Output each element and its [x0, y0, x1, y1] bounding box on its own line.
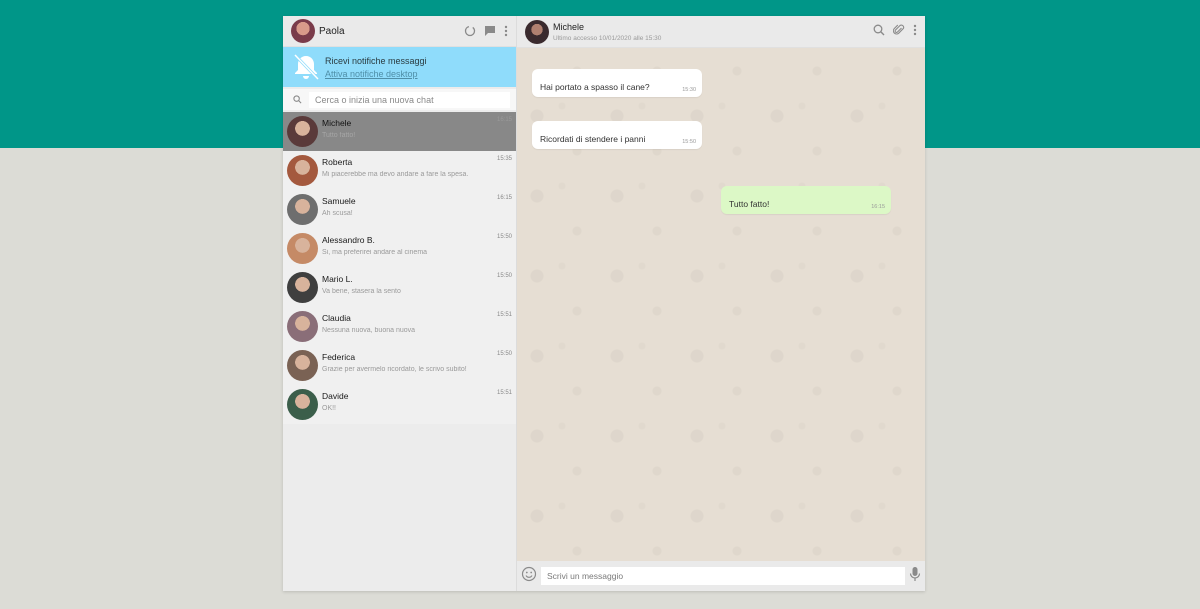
user-name: Paola: [319, 25, 345, 37]
contact-name: Claudia: [322, 313, 351, 323]
message-time: 16:15: [496, 117, 512, 123]
message-time: 15:30: [682, 87, 696, 93]
chat-pane: Michele Ultimo accesso 10/01/2020 alle 1…: [517, 16, 925, 591]
contact-name: Federica: [322, 352, 356, 362]
chat-item[interactable]: Michele Tutto fatto! 16:15: [283, 112, 516, 151]
message-text: Ricordati di stendere i panni: [540, 134, 646, 144]
message-time: 15:50: [496, 234, 512, 240]
app-window: Paola Ricevi notifiche messaggi Attiva n…: [283, 16, 925, 591]
contact-avatar: [287, 233, 318, 264]
contact-name: Mario L.: [322, 274, 353, 284]
contact-name: Alessandro B.: [322, 235, 375, 245]
contact-name: Michele: [322, 118, 352, 128]
last-message: Nessuna nuova, buona nuova: [322, 327, 416, 334]
chat-header: Michele Ultimo accesso 10/01/2020 alle 1…: [517, 16, 925, 48]
message-time: 15:51: [496, 312, 512, 318]
message-time: 15:50: [496, 273, 512, 279]
user-avatar[interactable]: [291, 19, 315, 43]
last-message: Si, ma preferirei andare al cinema: [322, 249, 428, 256]
menu-icon[interactable]: [504, 25, 508, 37]
contact-avatar: [287, 272, 318, 303]
chat-item[interactable]: Samuele Ah scusa! 16:15: [283, 190, 516, 229]
last-message: Ah scusa!: [322, 210, 353, 217]
chat-list: Michele Tutto fatto! 16:15 Roberta Mi pi…: [283, 112, 516, 424]
mic-icon[interactable]: [909, 566, 921, 587]
last-message: Mi piacerebbe ma devo andare a fare la s…: [322, 171, 469, 178]
message-text: Tutto fatto!: [729, 199, 770, 209]
chat-item[interactable]: Mario L. Va bene, stasera la sento 15:50: [283, 268, 516, 307]
contact-name: Michele: [553, 21, 585, 32]
search-icon[interactable]: [873, 23, 885, 41]
chat-item[interactable]: Claudia Nessuna nuova, buona nuova 15:51: [283, 307, 516, 346]
chat-item[interactable]: Roberta Mi piacerebbe ma devo andare a f…: [283, 151, 516, 190]
chat-item[interactable]: Federica Grazie per avermelo ricordato, …: [283, 346, 516, 385]
search-icon: [289, 95, 305, 104]
last-message: Grazie per avermelo ricordato, le scrivo…: [322, 366, 467, 373]
notification-banner: Ricevi notifiche messaggi Attiva notific…: [283, 47, 516, 87]
emoji-icon[interactable]: [521, 566, 537, 587]
message-time: 15:51: [496, 390, 512, 396]
contact-name: Davide: [322, 391, 349, 401]
contact-name: Roberta: [322, 157, 353, 167]
message-input[interactable]: [541, 567, 905, 585]
attach-icon[interactable]: [892, 23, 905, 41]
chat-item[interactable]: Alessandro B. Si, ma preferirei andare a…: [283, 229, 516, 268]
menu-icon[interactable]: [913, 23, 917, 41]
chat-item[interactable]: Davide OK!! 15:51: [283, 385, 516, 424]
contact-name: Samuele: [322, 196, 356, 206]
notification-title: Ricevi notifiche messaggi: [325, 55, 427, 66]
status-icon[interactable]: [464, 25, 476, 37]
contact-avatar[interactable]: [525, 19, 549, 44]
search-input[interactable]: [309, 91, 510, 108]
message-time: 15:35: [496, 156, 512, 162]
sidebar-header: Paola: [283, 16, 516, 47]
message-bubble-outgoing: Tutto fatto! 16:15: [721, 186, 891, 214]
contact-avatar: [287, 155, 318, 186]
message-time: 16:15: [871, 204, 885, 210]
search-bar: [283, 89, 516, 110]
message-time: 15:50: [496, 351, 512, 357]
message-area: Hai portato a spasso il cane? 15:30 Rico…: [517, 48, 925, 561]
new-chat-icon[interactable]: [484, 25, 496, 37]
message-time: 16:15: [496, 195, 512, 201]
last-message: OK!!: [322, 405, 337, 412]
message-bubble-incoming: Hai portato a spasso il cane? 15:30: [532, 69, 702, 97]
enable-notifications-link[interactable]: Attiva notifiche desktop: [325, 69, 427, 79]
contact-avatar: [287, 350, 318, 381]
contact-avatar: [287, 194, 318, 225]
sidebar-empty-area: [283, 424, 516, 591]
bell-off-icon: [291, 53, 321, 81]
last-message: Tutto fatto!: [322, 132, 356, 139]
message-text: Hai portato a spasso il cane?: [540, 82, 650, 92]
last-seen: Ultimo accesso 10/01/2020 alle 15:30: [553, 34, 662, 42]
contact-avatar: [287, 311, 318, 342]
contact-avatar: [287, 389, 318, 420]
message-bubble-incoming: Ricordati di stendere i panni 15:50: [532, 121, 702, 149]
composer: [517, 561, 925, 591]
contact-avatar: [287, 116, 318, 147]
last-message: Va bene, stasera la sento: [322, 288, 401, 295]
message-time: 15:50: [682, 139, 696, 145]
sidebar: Paola Ricevi notifiche messaggi Attiva n…: [283, 16, 517, 591]
